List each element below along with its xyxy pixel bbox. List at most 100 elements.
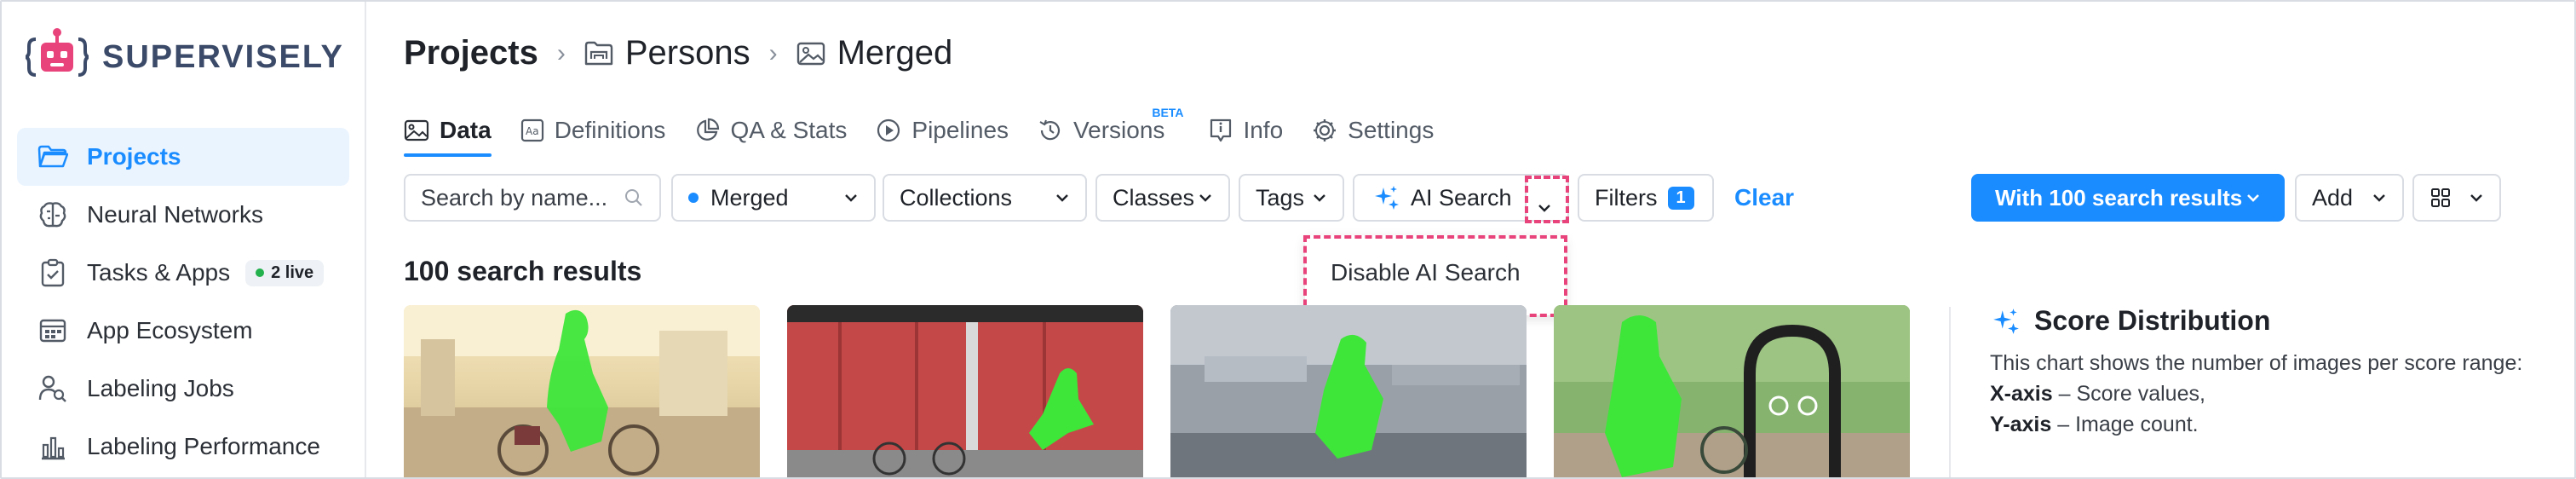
chevron-right-icon: › xyxy=(768,38,778,67)
app-window-icon xyxy=(36,314,70,348)
score-distribution-title: Score Distribution xyxy=(1992,305,2270,337)
panel-divider xyxy=(1949,307,1951,477)
brand-name: SUPERVISELY xyxy=(102,38,344,75)
x-axis-note: X-axis – Score values, xyxy=(1990,378,2535,409)
tab-info[interactable]: Info xyxy=(1209,109,1283,152)
chevron-down-icon xyxy=(1198,193,1213,203)
sidebar-item-labeling-jobs[interactable]: Labeling Jobs xyxy=(17,360,349,418)
ai-search-label: AI Search xyxy=(1411,184,1512,211)
search-placeholder: Search by name... xyxy=(421,184,608,211)
dataset-select[interactable]: Merged xyxy=(671,174,876,222)
tab-qa-stats[interactable]: QA & Stats xyxy=(694,109,847,152)
live-badge-text: 2 live xyxy=(271,263,314,282)
chevron-down-icon xyxy=(843,193,859,203)
sidebar-item-label: Projects xyxy=(87,143,181,170)
collections-select[interactable]: Collections xyxy=(883,174,1087,222)
y-axis-desc: – Image count. xyxy=(2051,413,2199,436)
tags-select[interactable]: Tags xyxy=(1239,174,1344,222)
image-thumbnail[interactable] xyxy=(787,305,1143,477)
image-thumbnail[interactable] xyxy=(1170,305,1527,477)
filters-count-badge: 1 xyxy=(1667,186,1694,210)
tab-label: Info xyxy=(1243,117,1284,143)
image-thumbnail[interactable] xyxy=(404,305,760,477)
sidebar-item-label: Neural Networks xyxy=(87,201,263,228)
dataset-image-icon xyxy=(796,41,825,66)
tags-label: Tags xyxy=(1256,184,1305,211)
chevron-down-icon xyxy=(1055,193,1070,203)
status-dot-icon xyxy=(256,268,265,277)
score-description-text: This chart shows the number of images pe… xyxy=(1990,351,2523,375)
svg-text:Aa: Aa xyxy=(526,125,539,137)
bar-chart-icon xyxy=(36,430,70,464)
collections-label: Collections xyxy=(900,184,1013,211)
search-results-label: With 100 search results xyxy=(1995,184,2243,211)
chevron-down-icon xyxy=(2372,193,2387,203)
grid-view-icon xyxy=(2429,187,2452,209)
y-axis-note: Y-axis – Image count. xyxy=(1990,409,2535,440)
search-input[interactable]: Search by name... xyxy=(404,174,661,222)
brain-icon xyxy=(36,198,70,232)
dataset-dot-icon xyxy=(688,193,699,203)
tab-label: Definitions xyxy=(554,117,666,143)
pie-chart-icon xyxy=(694,118,720,143)
breadcrumb-dataset[interactable]: Merged xyxy=(837,34,953,72)
tab-versions[interactable]: Versions BETA xyxy=(1038,106,1183,152)
dataset-select-value: Merged xyxy=(710,184,789,211)
sidebar: SUPERVISELY Projects Neural Networks Tas… xyxy=(2,2,366,477)
play-circle-icon xyxy=(876,118,901,143)
highlight-dropdown-toggle xyxy=(1525,176,1569,223)
chevron-right-icon: › xyxy=(556,38,566,67)
project-icon xyxy=(584,40,613,67)
tab-label: Settings xyxy=(1348,117,1435,143)
gear-icon xyxy=(1312,118,1337,143)
image-preview-red-wall xyxy=(787,305,1143,477)
tab-data[interactable]: Data xyxy=(404,109,492,157)
x-axis-label: X-axis xyxy=(1990,382,2053,406)
brand-logo[interactable]: SUPERVISELY xyxy=(26,26,344,89)
image-icon xyxy=(404,119,429,141)
breadcrumb-project[interactable]: Persons xyxy=(625,34,750,72)
history-icon xyxy=(1038,118,1063,143)
classes-label: Classes xyxy=(1113,184,1195,211)
breadcrumb-projects[interactable]: Projects xyxy=(404,34,538,72)
filters-button[interactable]: Filters 1 xyxy=(1578,174,1714,222)
chevron-down-icon xyxy=(2469,193,2484,203)
sidebar-item-tasks-apps[interactable]: Tasks & Apps 2 live xyxy=(17,244,349,302)
clipboard-icon xyxy=(36,256,70,290)
sparkles-icon xyxy=(1373,184,1400,211)
beta-tag: BETA xyxy=(1152,106,1184,119)
tab-pipelines[interactable]: Pipelines xyxy=(876,109,1009,152)
score-title-text: Score Distribution xyxy=(2034,305,2271,336)
sidebar-item-label: Labeling Jobs xyxy=(87,375,234,401)
classes-select[interactable]: Classes xyxy=(1095,174,1230,222)
add-button[interactable]: Add xyxy=(2295,174,2404,222)
tab-definitions[interactable]: Aa Definitions xyxy=(520,109,666,152)
project-tabs: Data Aa Definitions QA & Stats Pipelines… xyxy=(404,106,1463,157)
sidebar-item-label: Tasks & Apps xyxy=(87,259,231,286)
sidebar-item-labeling-performance[interactable]: Labeling Performance xyxy=(17,418,349,476)
sidebar-item-app-ecosystem[interactable]: App Ecosystem xyxy=(17,302,349,360)
tab-label: QA & Stats xyxy=(730,117,848,143)
info-icon xyxy=(1209,118,1233,143)
chevron-down-icon xyxy=(1312,193,1327,203)
image-preview-bike-rack xyxy=(1554,305,1910,477)
search-results-button[interactable]: With 100 search results xyxy=(1971,174,2285,222)
clear-filters-link[interactable]: Clear xyxy=(1734,184,1794,211)
add-label: Add xyxy=(2312,184,2354,211)
sidebar-item-label: App Ecosystem xyxy=(87,317,253,343)
tab-label: Pipelines xyxy=(911,117,1009,143)
image-thumbnail[interactable] xyxy=(1554,305,1910,477)
users-icon xyxy=(36,372,70,406)
tab-settings[interactable]: Settings xyxy=(1312,109,1434,152)
breadcrumb: Projects › Persons › Merged xyxy=(404,34,952,72)
results-count-title: 100 search results xyxy=(404,256,642,286)
tab-label: Versions xyxy=(1073,117,1165,143)
folder-icon xyxy=(36,140,70,174)
sidebar-item-neural-networks[interactable]: Neural Networks xyxy=(17,186,349,244)
tab-label: Data xyxy=(440,117,492,143)
sidebar-item-projects[interactable]: Projects xyxy=(17,128,349,186)
sparkles-icon xyxy=(1992,307,2021,336)
y-axis-label: Y-axis xyxy=(1990,413,2052,436)
view-mode-button[interactable] xyxy=(2412,174,2501,222)
filters-label: Filters xyxy=(1595,184,1658,211)
